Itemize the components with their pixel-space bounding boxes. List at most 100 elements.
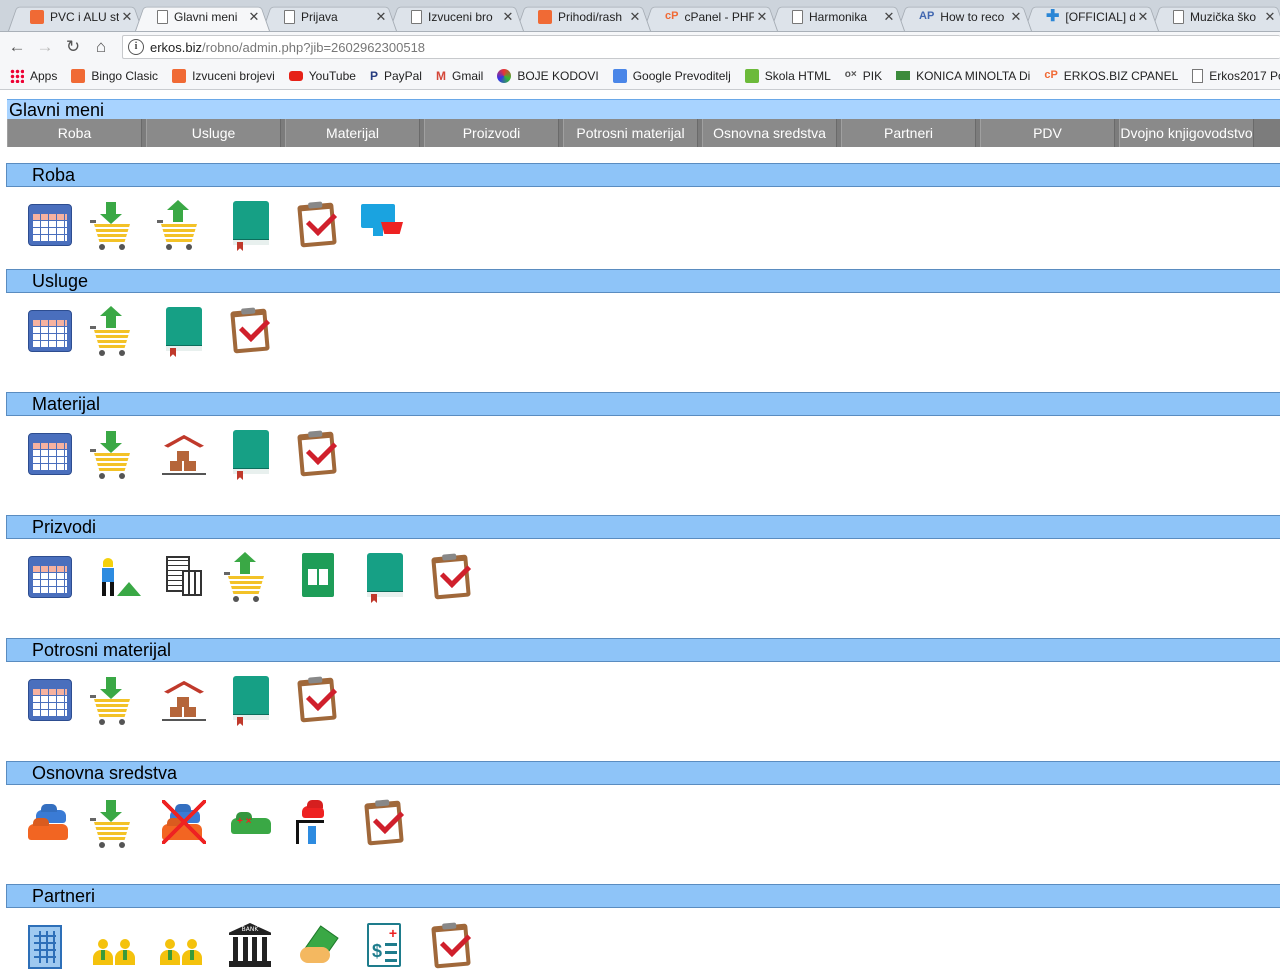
menu-item-proizvodi[interactable]: Proizvodi: [424, 119, 559, 147]
menu-item-dvojno-knjigovodstvo[interactable]: Dvojno knjigovodstvo: [1119, 119, 1254, 147]
close-icon[interactable]: ✕: [246, 9, 262, 25]
cart-download-icon[interactable]: [89, 796, 145, 852]
calendar-table-icon[interactable]: [22, 198, 78, 254]
book-icon[interactable]: [223, 198, 279, 254]
clipboard-check-icon[interactable]: [424, 919, 480, 975]
book-icon[interactable]: [357, 550, 413, 606]
bookmark-8[interactable]: Google Prevoditelj: [612, 68, 731, 83]
warehouse-icon[interactable]: [156, 427, 212, 483]
tab-8[interactable]: AP How to reco ✕: [897, 3, 1032, 31]
cart-upload-icon[interactable]: [223, 550, 279, 606]
people-icon[interactable]: [156, 919, 212, 975]
bookmark-7[interactable]: BOJE KODOVI: [497, 68, 599, 83]
bookmark-12[interactable]: cP ERKOS.BIZ CPANEL: [1044, 69, 1178, 83]
bookmark-5[interactable]: P PayPal: [370, 69, 422, 83]
bookmark-13[interactable]: Erkos2017 Po: [1192, 68, 1280, 83]
building-icon[interactable]: [22, 919, 78, 975]
bookmark-3[interactable]: Izvuceni brojevi: [172, 68, 275, 83]
tab-5[interactable]: Prihodi/rash ✕: [516, 3, 651, 31]
tab-9[interactable]: ✚ [OFFICIAL] d ✕: [1024, 3, 1159, 31]
close-icon[interactable]: ✕: [500, 9, 516, 25]
wheel: [166, 244, 172, 250]
people-icon[interactable]: [89, 919, 145, 975]
close-icon[interactable]: ✕: [627, 9, 643, 25]
clipboard-check-icon[interactable]: [424, 550, 480, 606]
bookmark-11[interactable]: KONICA MINOLTA Di: [896, 69, 1030, 83]
tab-10[interactable]: Muzička ško ✕: [1151, 3, 1280, 31]
spreadsheet-icon[interactable]: [290, 550, 346, 606]
home-icon[interactable]: ⌂: [91, 37, 111, 57]
car-repair-icon[interactable]: + ×: [223, 796, 279, 852]
menu-item-potrosni-materijal[interactable]: Potrosni materijal: [563, 119, 698, 147]
clipboard-check-icon[interactable]: [290, 673, 346, 729]
close-icon[interactable]: ✕: [373, 9, 389, 25]
car-red: [302, 806, 324, 818]
book-shape: [233, 201, 269, 245]
invoice-icon[interactable]: + $: [357, 919, 413, 975]
menu-item-osnovna-sredstva[interactable]: Osnovna sredstva: [702, 119, 837, 147]
cars-crossed-icon[interactable]: [156, 796, 212, 852]
book-icon[interactable]: [223, 427, 279, 483]
clipboard-check-icon[interactable]: [223, 304, 279, 360]
menu-item-roba[interactable]: Roba: [7, 119, 142, 147]
tab-2[interactable]: Glavni meni ✕: [135, 3, 270, 31]
calendar-table-icon[interactable]: [22, 304, 78, 360]
tab-4[interactable]: Izvuceni bro ✕: [389, 3, 524, 31]
wheel: [119, 350, 125, 356]
cart-upload-icon[interactable]: [156, 198, 212, 254]
tab-title: [OFFICIAL] d: [1065, 10, 1135, 24]
page-icon: [792, 10, 803, 24]
cart-download-icon[interactable]: [89, 427, 145, 483]
wheel: [253, 596, 259, 602]
book-icon[interactable]: [223, 673, 279, 729]
bookmark-label: Apps: [30, 68, 58, 83]
calendar-table-icon[interactable]: [22, 427, 78, 483]
clipboard-check-icon[interactable]: [290, 427, 346, 483]
monitor-cart-icon[interactable]: [357, 198, 413, 254]
close-icon[interactable]: ✕: [1008, 9, 1024, 25]
calculator-receipt-icon[interactable]: [156, 550, 212, 606]
close-icon[interactable]: ✕: [754, 9, 770, 25]
close-icon[interactable]: ✕: [1135, 9, 1151, 25]
tab-7[interactable]: Harmonika ✕: [770, 3, 905, 31]
menu-item-pdv[interactable]: PDV: [980, 119, 1115, 147]
bookmark-10[interactable]: o× PIK: [845, 69, 882, 83]
bookmark-4[interactable]: YouTube: [288, 69, 356, 83]
worker-icon[interactable]: [89, 550, 145, 606]
tab-title: Harmonika: [809, 10, 868, 24]
menu-item-partneri[interactable]: Partneri: [841, 119, 976, 147]
clipboard-check-icon[interactable]: [290, 198, 346, 254]
calendar-table-icon[interactable]: [22, 550, 78, 606]
book-icon[interactable]: [156, 304, 212, 360]
calendar-table-icon[interactable]: [22, 673, 78, 729]
cart-upload-icon[interactable]: [89, 304, 145, 360]
car-lift-icon[interactable]: [290, 796, 346, 852]
back-icon[interactable]: ←: [7, 37, 27, 57]
cars-icon[interactable]: [22, 796, 78, 852]
tab-1[interactable]: PVC i ALU st ✕: [8, 3, 143, 31]
bookmark-9[interactable]: Skola HTML: [744, 68, 831, 83]
calendar-shape: [28, 310, 72, 352]
clipboard-check-icon[interactable]: [357, 796, 413, 852]
tab-3[interactable]: Prijava ✕: [262, 3, 397, 31]
section-header-osnovna-sredstva: Osnovna sredstva: [6, 761, 1280, 785]
bookmark-1[interactable]: Apps: [10, 68, 58, 83]
warehouse-box: [170, 461, 182, 471]
bookmark-6[interactable]: M Gmail: [436, 69, 483, 83]
close-icon[interactable]: ✕: [881, 9, 897, 25]
bookmark-2[interactable]: Bingo Clasic: [71, 68, 158, 83]
cart-download-icon[interactable]: [89, 198, 145, 254]
close-icon[interactable]: ✕: [119, 9, 135, 25]
warehouse-icon[interactable]: [156, 673, 212, 729]
menu-item-materijal[interactable]: Materijal: [285, 119, 420, 147]
money-hand-icon[interactable]: [290, 919, 346, 975]
menu-item-usluge[interactable]: Usluge: [146, 119, 281, 147]
bank-icon[interactable]: BANK: [223, 919, 279, 975]
tab-6[interactable]: cP cPanel - PHF ✕: [643, 3, 778, 31]
cart-download-icon[interactable]: [89, 673, 145, 729]
address-bar[interactable]: i erkos.biz/robno/admin.php?jib=26029623…: [122, 35, 1280, 59]
info-icon[interactable]: i: [128, 39, 144, 55]
forward-icon[interactable]: →: [35, 37, 55, 57]
reload-icon[interactable]: ↻: [63, 37, 83, 57]
close-icon[interactable]: ✕: [1262, 9, 1278, 25]
